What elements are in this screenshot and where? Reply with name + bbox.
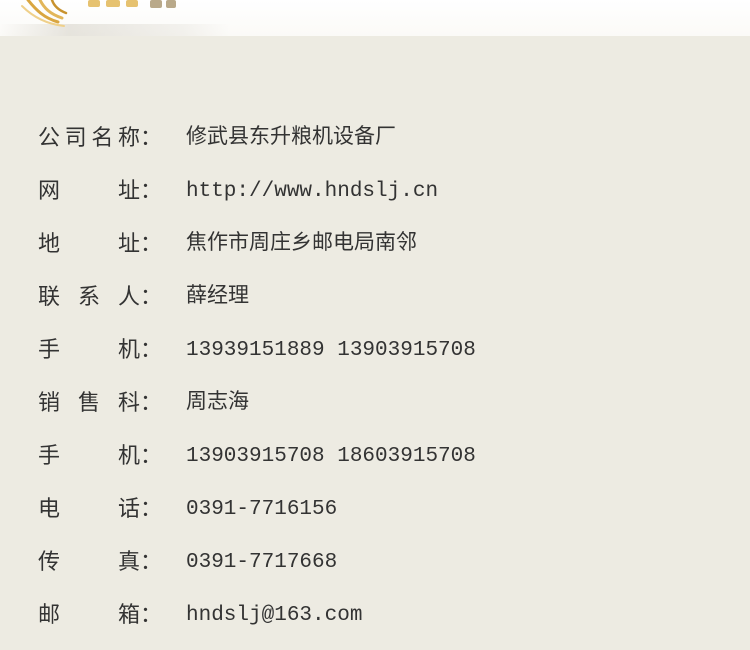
colon: ：	[140, 444, 163, 469]
email-value: hndslj@163.com	[186, 604, 363, 627]
email-label: 邮箱	[38, 603, 140, 628]
phone-value: 0391-7716156	[186, 498, 338, 521]
colon: ：	[140, 497, 163, 522]
contact-person-value: 薛经理	[186, 286, 249, 309]
company-name-label: 公司名称	[38, 126, 140, 151]
contact-list: 公司名称： 修武县东升粮机设备厂 网址： http://www.hndslj.cn …	[38, 126, 728, 650]
colon: ：	[140, 126, 163, 151]
fax-row: 传真： 0391-7717668	[38, 550, 728, 576]
contact-person-row: 联系人： 薛经理	[38, 285, 728, 311]
website-value: http://www.hndslj.cn	[186, 180, 439, 203]
colon: ：	[140, 179, 163, 204]
fax-value: 0391-7717668	[186, 551, 338, 574]
colon: ：	[140, 232, 163, 257]
phone-label: 电话	[38, 497, 140, 522]
sales-dept-row: 销售科： 周志海	[38, 391, 728, 417]
mobile-value: 13939151889 13903915708	[186, 339, 476, 362]
contact-panel: 公司名称： 修武县东升粮机设备厂 网址： http://www.hndslj.cn …	[0, 36, 750, 650]
header	[0, 0, 750, 36]
fax-label: 传真	[38, 550, 140, 575]
mobile-label: 手机	[38, 338, 140, 363]
sales-mobile-label: 手机	[38, 444, 140, 469]
colon: ：	[140, 603, 163, 628]
sales-mobile-row: 手机： 13903915708 18603915708	[38, 444, 728, 470]
phone-row: 电话： 0391-7716156	[38, 497, 728, 523]
sales-dept-label: 销售科	[38, 391, 140, 416]
address-value: 焦作市周庄乡邮电局南邻	[186, 233, 417, 256]
company-name-value: 修武县东升粮机设备厂	[186, 127, 396, 150]
colon: ：	[140, 338, 163, 363]
colon: ：	[140, 391, 163, 416]
sales-mobile-value: 13903915708 18603915708	[186, 445, 476, 468]
wheat-icon	[21, 0, 176, 27]
mobile-row: 手机： 13939151889 13903915708	[38, 338, 728, 364]
address-label: 地址	[38, 232, 140, 257]
sales-dept-value: 周志海	[186, 392, 249, 415]
contact-page: 公司名称： 修武县东升粮机设备厂 网址： http://www.hndslj.cn …	[0, 0, 750, 650]
colon: ：	[140, 550, 163, 575]
website-label: 网址	[38, 179, 140, 204]
website-row: 网址： http://www.hndslj.cn	[38, 179, 728, 205]
address-row: 地址： 焦作市周庄乡邮电局南邻	[38, 232, 728, 258]
colon: ：	[140, 285, 163, 310]
company-name-row: 公司名称： 修武县东升粮机设备厂	[38, 126, 728, 152]
contact-person-label: 联系人	[38, 285, 140, 310]
email-row: 邮箱： hndslj@163.com	[38, 603, 728, 629]
